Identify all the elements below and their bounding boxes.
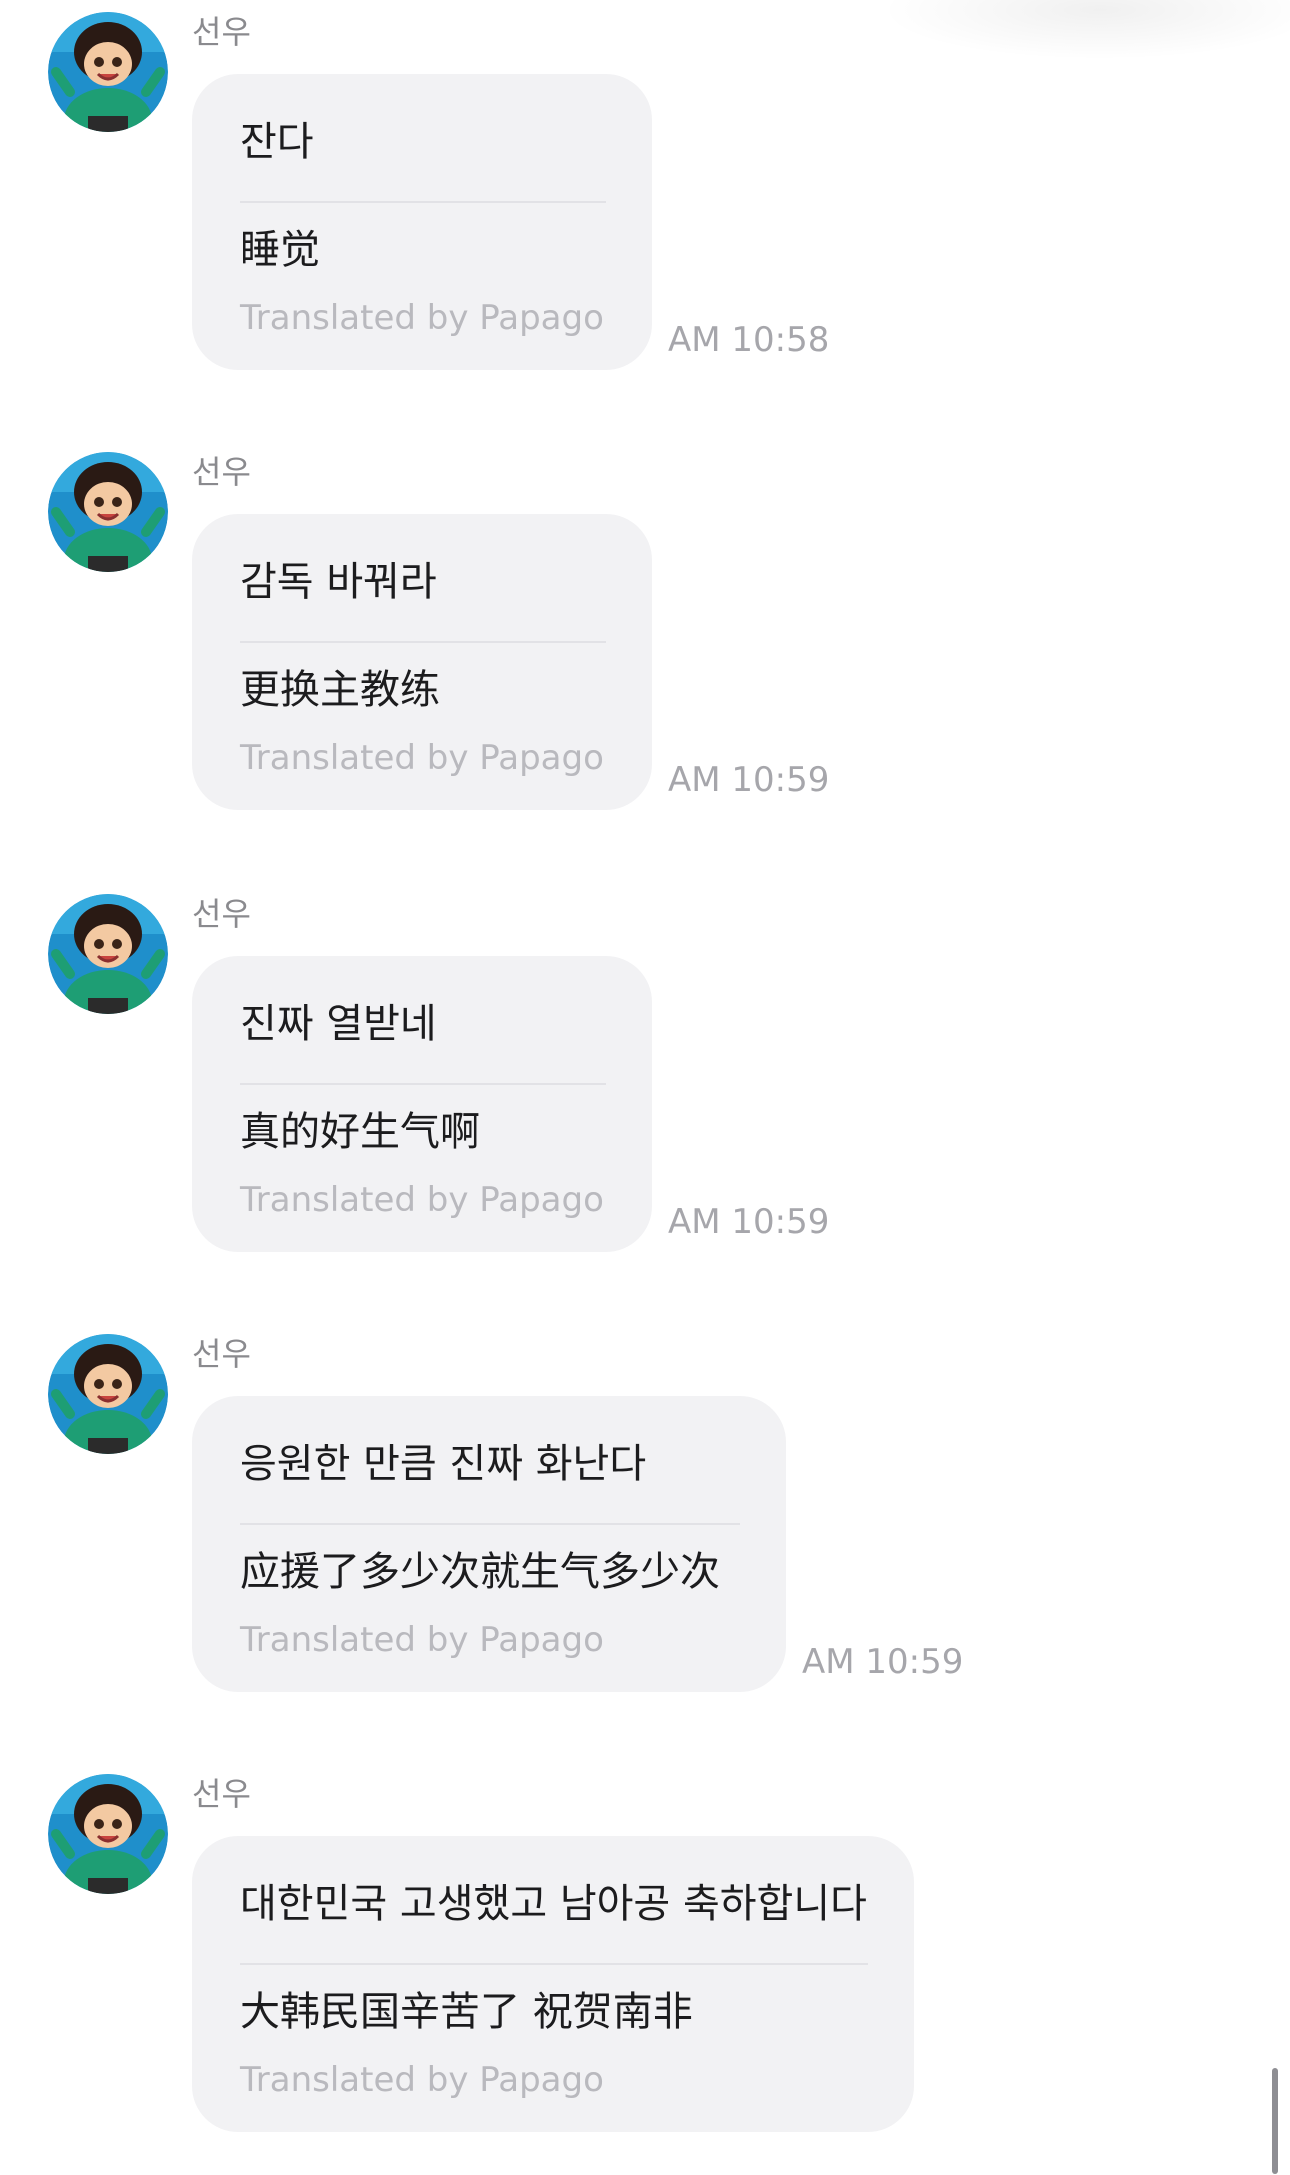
original-message-text: 대한민국 고생했고 남아공 축하합니다	[240, 1881, 867, 1927]
message-bubble[interactable]: 진짜 열받네 真的好生气啊 Translated by Papago	[192, 956, 652, 1252]
bubble-divider	[240, 641, 606, 643]
bubble-divider	[240, 1083, 606, 1085]
message-timestamp: AM 10:59	[802, 1642, 964, 1682]
translation-credit: Translated by Papago	[240, 1620, 604, 1660]
cartoon-girl-avatar-icon[interactable]	[48, 452, 168, 572]
cartoon-girl-avatar-icon[interactable]	[48, 12, 168, 132]
original-message-text: 응원한 만큼 진짜 화난다	[240, 1441, 647, 1487]
original-message-text: 잔다	[240, 119, 314, 165]
translated-message-text: 睡觉	[240, 227, 320, 273]
message-bubble[interactable]: 대한민국 고생했고 남아공 축하합니다 大韩民国辛苦了 祝贺南非 Transla…	[192, 1836, 914, 2132]
sender-name: 선우	[192, 13, 251, 51]
message-timestamp: AM 10:59	[668, 1202, 830, 1242]
scrollbar[interactable]	[1272, 2068, 1278, 2174]
message-bubble[interactable]: 응원한 만큼 진짜 화난다 应援了多少次就生气多少次 Translated by…	[192, 1396, 786, 1692]
cartoon-girl-avatar-icon[interactable]	[48, 1774, 168, 1894]
translation-credit: Translated by Papago	[240, 2060, 604, 2100]
translated-message-text: 大韩民国辛苦了 祝贺南非	[240, 1989, 693, 2035]
sender-name: 선우	[192, 1335, 251, 1373]
bubble-divider	[240, 1523, 740, 1525]
translated-message-text: 应援了多少次就生气多少次	[240, 1549, 720, 1595]
sender-name: 선우	[192, 895, 251, 933]
message-bubble[interactable]: 잔다 睡觉 Translated by Papago	[192, 74, 652, 370]
bubble-divider	[240, 201, 606, 203]
original-message-text: 감독 바꿔라	[240, 559, 437, 605]
translation-credit: Translated by Papago	[240, 298, 604, 338]
translated-message-text: 真的好生气啊	[240, 1109, 480, 1155]
bubble-divider	[240, 1963, 868, 1965]
message-timestamp: AM 10:59	[668, 760, 830, 800]
top-shadow	[880, 0, 1290, 60]
sender-name: 선우	[192, 1775, 251, 1813]
translation-credit: Translated by Papago	[240, 738, 604, 778]
cartoon-girl-avatar-icon[interactable]	[48, 1334, 168, 1454]
translated-message-text: 更换主教练	[240, 667, 440, 713]
original-message-text: 진짜 열받네	[240, 1001, 437, 1047]
sender-name: 선우	[192, 453, 251, 491]
message-bubble[interactable]: 감독 바꿔라 更换主教练 Translated by Papago	[192, 514, 652, 810]
message-timestamp: AM 10:58	[668, 320, 830, 360]
chat-thread[interactable]: 선우 잔다 睡觉 Translated by Papago AM 10:58 선…	[0, 0, 1290, 2175]
translation-credit: Translated by Papago	[240, 1180, 604, 1220]
cartoon-girl-avatar-icon[interactable]	[48, 894, 168, 1014]
